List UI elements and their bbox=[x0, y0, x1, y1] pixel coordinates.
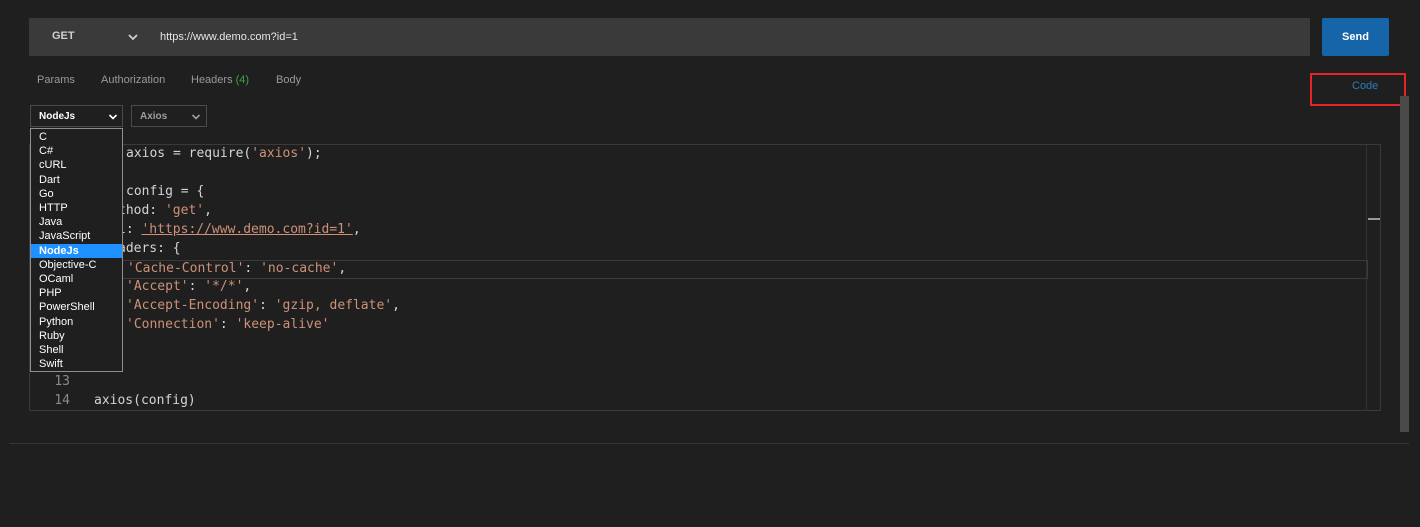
language-select-value: NodeJs bbox=[39, 111, 76, 122]
library-select-value: Axios bbox=[140, 111, 168, 122]
code-line: 'Cache-Control': 'no-cache', bbox=[30, 260, 1368, 279]
code-link[interactable]: Code bbox=[1352, 80, 1378, 92]
line-text: axios = require('axios'); bbox=[126, 146, 322, 161]
language-option-curl[interactable]: cURL bbox=[31, 158, 122, 172]
language-option-swift[interactable]: Swift bbox=[31, 357, 122, 371]
code-line: thod: 'get', bbox=[30, 203, 1368, 222]
line-text: aders: { bbox=[118, 241, 181, 256]
language-option-c-[interactable]: C# bbox=[31, 144, 122, 158]
chevron-down-icon bbox=[108, 114, 118, 120]
send-button[interactable]: Send bbox=[1322, 18, 1389, 56]
language-option-c[interactable]: C bbox=[31, 130, 122, 144]
language-option-powershell[interactable]: PowerShell bbox=[31, 300, 122, 314]
scroll-marker bbox=[1368, 218, 1380, 220]
tab-headers[interactable]: Headers (4) bbox=[191, 74, 249, 86]
code-line: 14 axios(config) bbox=[30, 393, 1368, 410]
language-option-php[interactable]: PHP bbox=[31, 286, 122, 300]
method-label: GET bbox=[52, 30, 75, 42]
code-line: config = { bbox=[30, 184, 1368, 203]
code-line: axios = require('axios'); bbox=[30, 146, 1368, 165]
code-line: aders: { bbox=[30, 241, 1368, 260]
code-line: 'Accept-Encoding': 'gzip, deflate', bbox=[30, 298, 1368, 317]
language-option-dart[interactable]: Dart bbox=[31, 173, 122, 187]
line-number: 14 bbox=[54, 393, 70, 408]
line-number: 13 bbox=[54, 374, 70, 389]
code-line: 'Accept': '*/*', bbox=[30, 279, 1368, 298]
language-select[interactable]: NodeJs bbox=[30, 105, 123, 127]
language-option-java[interactable]: Java bbox=[31, 215, 122, 229]
line-text: 'Cache-Control': 'no-cache', bbox=[127, 261, 347, 276]
line-text: 'Accept-Encoding': 'gzip, deflate', bbox=[126, 298, 400, 313]
language-dropdown: C C# cURL Dart Go HTTP Java JavaScript NodeJs Obj… bbox=[30, 128, 123, 372]
language-option-http[interactable]: HTTP bbox=[31, 201, 122, 215]
line-text: 'Connection': 'keep-alive' bbox=[126, 317, 330, 332]
line-text: thod: 'get', bbox=[118, 203, 212, 218]
divider bbox=[9, 443, 1409, 444]
request-bar: GET https://www.demo.com?id=1 bbox=[29, 18, 1310, 56]
language-option-javascript[interactable]: JavaScript bbox=[31, 229, 122, 243]
language-option-ruby[interactable]: Ruby bbox=[31, 329, 122, 343]
chevron-down-icon bbox=[128, 34, 138, 41]
language-option-shell[interactable]: Shell bbox=[31, 343, 122, 357]
code-line: l: 'https://www.demo.com?id=1', bbox=[30, 222, 1368, 241]
code-line: 13 bbox=[30, 374, 1368, 393]
language-option-objective-c[interactable]: Objective-C bbox=[31, 258, 122, 272]
tab-body[interactable]: Body bbox=[276, 74, 301, 86]
line-text: axios(config) bbox=[94, 393, 196, 408]
panel-scrollbar[interactable] bbox=[1400, 96, 1409, 432]
line-text: l: 'https://www.demo.com?id=1', bbox=[118, 222, 361, 237]
tab-params[interactable]: Params bbox=[37, 74, 75, 86]
code-editor[interactable]: axios = require('axios'); config = { thod:… bbox=[29, 144, 1381, 411]
library-select[interactable]: Axios bbox=[131, 105, 207, 127]
chevron-down-icon bbox=[191, 114, 201, 120]
url-input[interactable]: https://www.demo.com?id=1 bbox=[160, 31, 298, 43]
language-option-python[interactable]: Python bbox=[31, 315, 122, 329]
line-text: 'Accept': '*/*', bbox=[126, 279, 252, 294]
method-select[interactable]: GET bbox=[29, 18, 154, 56]
tab-authorization[interactable]: Authorization bbox=[101, 74, 165, 86]
headers-count-badge: (4) bbox=[235, 74, 250, 86]
editor-scrollbar[interactable] bbox=[1366, 145, 1380, 410]
code-link-highlight: Code bbox=[1310, 73, 1406, 106]
language-option-go[interactable]: Go bbox=[31, 187, 122, 201]
language-option-ocaml[interactable]: OCaml bbox=[31, 272, 122, 286]
line-text: config = { bbox=[126, 184, 205, 199]
language-option-nodejs[interactable]: NodeJs bbox=[31, 243, 122, 258]
code-line: 'Connection': 'keep-alive' bbox=[30, 317, 1368, 336]
